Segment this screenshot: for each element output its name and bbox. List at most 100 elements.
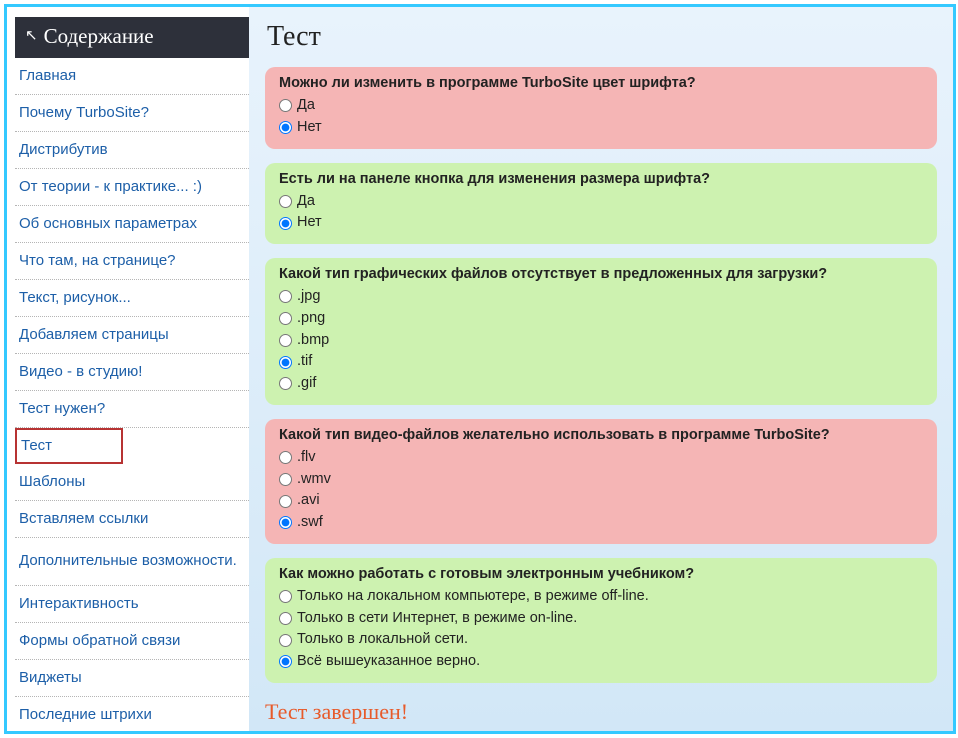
answer-option[interactable]: .bmp [279, 330, 923, 352]
page-title: Тест [267, 21, 937, 53]
answer-radio[interactable] [279, 612, 292, 625]
answer-radio[interactable] [279, 495, 292, 508]
total-questions-row: Всего вопросов: 5 [265, 730, 937, 731]
answer-option[interactable]: Только в сети Интернет, в режиме on-line… [279, 608, 923, 630]
sidebar: ↖ Содержание Главная Почему TurboSite? Дис… [7, 7, 249, 731]
question-block: Есть ли на панеле кнопка для изменения р… [265, 163, 937, 245]
sidebar-link[interactable]: Об основных параметрах [19, 215, 197, 232]
sidebar-link[interactable]: Почему TurboSite? [19, 104, 149, 121]
sidebar-link[interactable]: Шаблоны [19, 473, 85, 490]
answer-radio[interactable] [279, 217, 292, 230]
cursor-icon: ↖ [25, 26, 38, 45]
answer-option[interactable]: Нет [279, 212, 923, 234]
sidebar-item[interactable]: Дистрибутив [15, 132, 249, 169]
answer-option[interactable]: .swf [279, 512, 923, 534]
answer-option[interactable]: Только на локальном компьютере, в режиме… [279, 586, 923, 608]
answer-option[interactable]: Да [279, 191, 923, 213]
sidebar-link[interactable]: Интерактивность [19, 595, 139, 612]
nav-list: Главная Почему TurboSite? Дистрибутив От те… [15, 58, 249, 734]
answer-radio[interactable] [279, 99, 292, 112]
answer-label: Только в локальной сети. [297, 629, 468, 651]
answer-radio[interactable] [279, 312, 292, 325]
answer-label: Да [297, 95, 315, 117]
answer-option[interactable]: Только в локальной сети. [279, 629, 923, 651]
sidebar-item[interactable]: Главная [15, 58, 249, 95]
sidebar-item[interactable]: Формы обратной связи [15, 623, 249, 660]
answer-label: .tif [297, 351, 312, 373]
sidebar-item[interactable]: Последние штрихи [15, 697, 249, 734]
sidebar-item[interactable]: Виджеты [15, 660, 249, 697]
answer-radio[interactable] [279, 655, 292, 668]
sidebar-link[interactable]: Формы обратной связи [19, 632, 180, 649]
sidebar-link[interactable]: Что там, на странице? [19, 252, 176, 269]
answer-label: Да [297, 191, 315, 213]
question-block: Какой тип видео-файлов желательно исполь… [265, 419, 937, 544]
sidebar-link[interactable]: Главная [19, 67, 76, 84]
answer-radio[interactable] [279, 195, 292, 208]
question-text: Какой тип видео-файлов желательно исполь… [279, 427, 923, 443]
answer-option[interactable]: .wmv [279, 469, 923, 491]
answer-option[interactable]: .avi [279, 490, 923, 512]
answer-radio[interactable] [279, 290, 292, 303]
sidebar-link[interactable]: Текст, рисунок... [19, 289, 131, 306]
answer-label: .wmv [297, 469, 331, 491]
sidebar-item[interactable]: Шаблоны [15, 464, 249, 501]
answer-radio[interactable] [279, 590, 292, 603]
answer-radio[interactable] [279, 334, 292, 347]
sidebar-item[interactable]: Почему TurboSite? [15, 95, 249, 132]
answer-label: .png [297, 308, 325, 330]
question-text: Есть ли на панеле кнопка для изменения р… [279, 171, 923, 187]
answer-option[interactable]: .gif [279, 373, 923, 395]
sidebar-item[interactable]: Интерактивность [15, 586, 249, 623]
sidebar-item[interactable]: Тест [15, 428, 123, 464]
sidebar-link[interactable]: Последние штрихи [19, 706, 152, 723]
sidebar-item[interactable]: Видео - в студию! [15, 354, 249, 391]
sidebar-item[interactable]: Тест нужен? [15, 391, 249, 428]
sidebar-link[interactable]: Тест [21, 437, 52, 454]
answer-radio[interactable] [279, 121, 292, 134]
sidebar-link[interactable]: Дистрибутив [19, 141, 108, 158]
sidebar-link[interactable]: Добавляем страницы [19, 326, 169, 343]
sidebar-item[interactable]: Текст, рисунок... [15, 280, 249, 317]
sidebar-link[interactable]: Дополнительные возможности. [19, 552, 237, 569]
answer-option[interactable]: .jpg [279, 286, 923, 308]
answer-radio[interactable] [279, 516, 292, 529]
sidebar-link[interactable]: Виджеты [19, 669, 82, 686]
answer-radio[interactable] [279, 473, 292, 486]
question-block: Какой тип графических файлов отсутствует… [265, 258, 937, 405]
questions-container: Можно ли изменить в программе TurboSite … [265, 67, 937, 683]
answer-label: .avi [297, 490, 320, 512]
main-content: Тест Можно ли изменить в программе Turbo… [249, 7, 953, 731]
sidebar-link[interactable]: Вставляем ссылки [19, 510, 148, 527]
sidebar-item[interactable]: Вставляем ссылки [15, 501, 249, 538]
app-frame: ↖ Содержание Главная Почему TurboSite? Дис… [4, 4, 956, 734]
answer-radio[interactable] [279, 356, 292, 369]
answer-label: .flv [297, 447, 316, 469]
answer-option[interactable]: Да [279, 95, 923, 117]
sidebar-item[interactable]: Об основных параметрах [15, 206, 249, 243]
question-block: Можно ли изменить в программе TurboSite … [265, 67, 937, 149]
question-text: Какой тип графических файлов отсутствует… [279, 266, 923, 282]
sidebar-item[interactable]: Добавляем страницы [15, 317, 249, 354]
sidebar-link[interactable]: Видео - в студию! [19, 363, 142, 380]
answer-option[interactable]: Всё вышеуказанное верно. [279, 651, 923, 673]
answer-option[interactable]: Нет [279, 117, 923, 139]
sidebar-item[interactable]: Дополнительные возможности. [15, 538, 249, 586]
answer-label: Только в сети Интернет, в режиме on-line… [297, 608, 577, 630]
sidebar-link[interactable]: От теории - к практике... :) [19, 178, 202, 195]
answer-option[interactable]: .tif [279, 351, 923, 373]
question-text: Можно ли изменить в программе TurboSite … [279, 75, 923, 91]
sidebar-item[interactable]: Что там, на странице? [15, 243, 249, 280]
sidebar-link[interactable]: Тест нужен? [19, 400, 105, 417]
answer-radio[interactable] [279, 377, 292, 390]
answer-radio[interactable] [279, 634, 292, 647]
answer-label: Нет [297, 117, 322, 139]
answer-label: .bmp [297, 330, 329, 352]
sidebar-item[interactable]: От теории - к практике... :) [15, 169, 249, 206]
sidebar-header: ↖ Содержание [15, 17, 249, 58]
answer-option[interactable]: .png [279, 308, 923, 330]
answer-radio[interactable] [279, 451, 292, 464]
answer-option[interactable]: .flv [279, 447, 923, 469]
answer-label: Нет [297, 212, 322, 234]
answer-label: .gif [297, 373, 316, 395]
